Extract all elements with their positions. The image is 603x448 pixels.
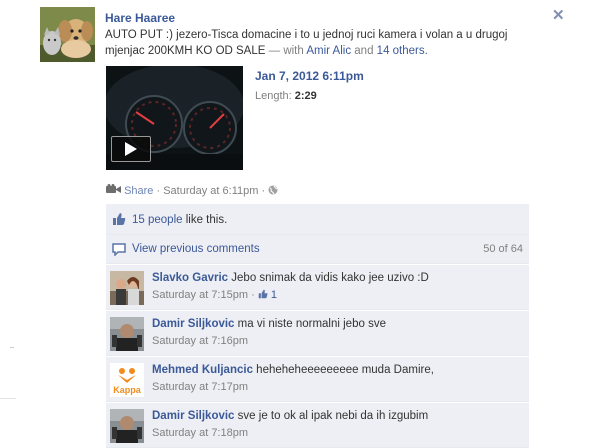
author-avatar[interactable] (40, 7, 95, 62)
comment-timestamp[interactable]: Saturday at 7:16pm (152, 335, 248, 347)
comment-bubble-icon (112, 243, 126, 259)
tagged-friend-link[interactable]: Amir Alic (306, 45, 351, 57)
commenter-avatar[interactable]: Kappa (110, 363, 144, 397)
comment-meta: Saturday at 7:16pm (152, 335, 248, 347)
post-author-name[interactable]: Hare Haaree (105, 11, 175, 25)
comment-line: Damir Siljkovic ma vi niste normalni jeb… (152, 318, 386, 330)
commenter-name[interactable]: Slavko Gavric (152, 272, 228, 284)
comment-line: Slavko Gavric Jebo snimak da vidis kako … (152, 272, 429, 284)
comment-timestamp[interactable]: Saturday at 7:17pm (152, 381, 248, 393)
comment-line: Mehmed Kuljancic heheheheeeeeeeee muda D… (152, 364, 434, 376)
and-text: and (354, 45, 374, 57)
separator-dot: · (251, 289, 255, 301)
share-link[interactable]: Share (124, 185, 153, 197)
close-icon[interactable]: ✕ (552, 6, 565, 24)
likers-link[interactable]: 15 people (132, 214, 183, 226)
comment-item: Slavko Gavric Jebo snimak da vidis kako … (106, 264, 529, 310)
view-previous-row[interactable]: View previous comments 50 of 64 (106, 235, 529, 264)
play-icon[interactable] (111, 136, 151, 162)
page-divider (0, 398, 16, 399)
kappa-logo-text: Kappa (113, 385, 142, 395)
likes-row: 15 people like this. (106, 204, 529, 235)
comment-item: Kappa Mehmed Kuljancic heheheheeeeeeeee … (106, 356, 529, 402)
comment-text: Jebo snimak da vidis kako jee uzivo :D (231, 272, 429, 284)
comment-timestamp[interactable]: Saturday at 7:15pm (152, 289, 248, 301)
video-length-value: 2:29 (294, 90, 317, 102)
comment-item: Damir Siljkovic sve je to ok al ipak neb… (106, 402, 529, 448)
with-prefix: — with (268, 45, 304, 57)
comment-text: ma vi niste normalni jebo sve (237, 318, 386, 330)
comment-timestamp[interactable]: Saturday at 7:18pm (152, 427, 248, 439)
commenter-avatar[interactable] (110, 317, 144, 351)
video-date-link[interactable]: Jan 7, 2012 6:11pm (255, 69, 364, 83)
post-message: AUTO PUT :) jezero-Tisca domacine i to u… (105, 27, 535, 59)
video-length-label: Length: (255, 90, 292, 102)
view-previous-comments-link[interactable]: View previous comments (132, 243, 260, 255)
separator-dot: · (261, 185, 266, 197)
comment-text: heheheheeeeeeeee muda Damire, (256, 364, 434, 376)
post-actions: Share · Saturday at 6:11pm · (106, 184, 278, 197)
comment-meta: Saturday at 7:17pm (152, 381, 248, 393)
comment-meta: Saturday at 7:18pm (152, 427, 248, 439)
post-timestamp[interactable]: Saturday at 6:11pm (163, 185, 258, 197)
commenter-name[interactable]: Mehmed Kuljancic (152, 364, 253, 376)
likes-suffix: like this. (185, 214, 228, 226)
commenter-avatar[interactable] (110, 271, 144, 305)
separator-dot: · (156, 185, 161, 197)
comment-like-count[interactable]: 1 (258, 289, 277, 301)
commenter-name[interactable]: Damir Siljkovic (152, 318, 234, 330)
thumbs-up-icon (112, 212, 126, 229)
page-divider-mark (10, 347, 14, 348)
commenter-name[interactable]: Damir Siljkovic (152, 410, 234, 422)
globe-icon (268, 185, 278, 197)
comment-like-number: 1 (270, 289, 277, 301)
video-camera-icon (106, 184, 124, 197)
comment-text: sve je to ok al ipak nebi da ih izgubim (237, 410, 429, 422)
comment-item: Damir Siljkovic ma vi niste normalni jeb… (106, 310, 529, 356)
thumbs-up-icon (258, 289, 271, 301)
likes-summary: 15 people like this. (132, 214, 227, 226)
video-length: Length: 2:29 (255, 90, 317, 102)
comment-meta: Saturday at 7:15pm · 1 (152, 289, 277, 301)
comment-line: Damir Siljkovic sve je to ok al ipak neb… (152, 410, 428, 422)
feedback-box: 15 people like this. View previous comme… (106, 204, 529, 448)
comments-count: 50 of 64 (483, 243, 523, 255)
tagged-others-link[interactable]: 14 others. (377, 45, 428, 57)
video-thumbnail[interactable] (106, 66, 243, 170)
commenter-avatar[interactable] (110, 409, 144, 443)
